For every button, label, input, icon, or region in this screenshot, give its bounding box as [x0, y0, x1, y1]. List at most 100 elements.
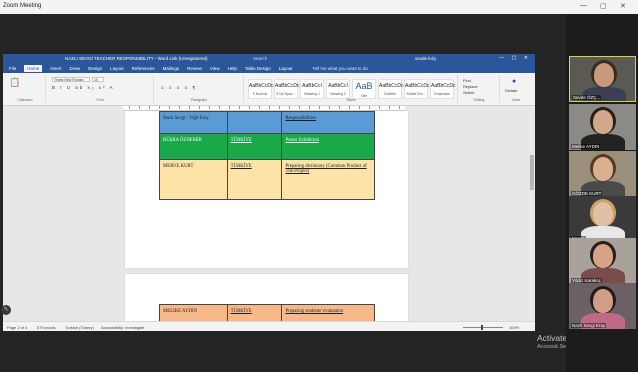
- tab-view[interactable]: View: [210, 66, 220, 71]
- page-count[interactable]: Page 2 of 4: [7, 325, 27, 330]
- maximize-icon[interactable]: ▢: [600, 2, 607, 10]
- ruler-tick: [289, 106, 290, 109]
- document-title: NAZLI SEVGİ TEACHER RESPONSIBILITY - Wor…: [65, 56, 208, 61]
- name-cell[interactable]: MERVE KURT: [159, 159, 228, 200]
- style-title[interactable]: AaB Title: [352, 79, 376, 99]
- editing-list: Find Replace Select: [463, 78, 478, 96]
- participant-face: [594, 63, 614, 87]
- style-normal[interactable]: AaBbCcDc ¶ Normal: [248, 79, 273, 99]
- ruler-tick: [339, 106, 340, 109]
- minimize-icon[interactable]: —: [580, 2, 587, 9]
- ruler-tick: [379, 106, 380, 109]
- paragraph-buttons[interactable]: ≡ ≡ ≡ ≡ ¶: [161, 85, 197, 90]
- style-heading-1[interactable]: AaBbCcI Heading 1: [300, 79, 324, 99]
- annotate-pen-icon[interactable]: ✎: [1, 305, 11, 315]
- country-cell[interactable]: [226, 111, 283, 134]
- style-name: Heading 1: [304, 92, 320, 96]
- participant-video-tile[interactable]: Nazlı Sevgi Eray: [569, 283, 636, 329]
- tab-design[interactable]: Design: [88, 66, 102, 71]
- dictate-button[interactable]: Dictate: [505, 88, 517, 93]
- tab-table-design[interactable]: Table Design: [245, 66, 271, 71]
- user-name[interactable]: sevde kılıç: [415, 56, 436, 61]
- tab-insert[interactable]: Insert: [50, 66, 61, 71]
- tab-help[interactable]: Help: [228, 66, 237, 71]
- ruler-tick: [219, 106, 220, 109]
- participant-face: [593, 244, 613, 268]
- clipboard-group: 📋 Clipboard: [5, 75, 46, 103]
- tab-mailings[interactable]: Mailings: [163, 66, 180, 71]
- tab-home[interactable]: Home: [24, 65, 43, 72]
- page-2: MELİKE AYDIN TÜRKİYE Preparing students' e…: [125, 274, 408, 325]
- name-cell[interactable]: Nazlı Sevgi / Yiğit Eray: [159, 111, 228, 134]
- style-sample: AaBbCcDc: [405, 83, 430, 89]
- font-format-buttons[interactable]: B I U ab x₂ x² A: [52, 85, 115, 90]
- style-name: ¶ No Spac...: [276, 92, 296, 96]
- style-sample: AaBbCcDc: [379, 83, 404, 89]
- font-name-select[interactable]: Times New Roman: [52, 77, 90, 82]
- editing-label: Editing: [473, 98, 485, 102]
- styles-group: AaBbCcDc ¶ Normal AaBbCcDc ¶ No Spac... AaBb…: [245, 75, 458, 103]
- editing-group: Find Replace Select Editing: [459, 75, 500, 103]
- ribbon-tabs: File Home Insert Draw Design Layout References…: [3, 64, 535, 73]
- ruler-tick: [349, 106, 350, 109]
- ruler-tick: [199, 106, 200, 109]
- responsibility-table: Nazlı Sevgi / Yiğit Eray Responsibilities…: [159, 111, 375, 200]
- close-icon[interactable]: ✕: [620, 2, 626, 10]
- participant-video-tile[interactable]: Merve: [569, 196, 636, 242]
- paste-icon[interactable]: 📋: [9, 77, 20, 88]
- accessibility-status[interactable]: Accessibility: Investigate: [101, 325, 144, 330]
- tab-file[interactable]: File: [9, 66, 16, 71]
- task-cell[interactable]: Responsibilities: [281, 111, 375, 134]
- ruler-tick: [399, 106, 400, 109]
- tab-draw[interactable]: Draw: [70, 66, 81, 71]
- participant-video-tile[interactable]: GÖZDE KURT: [569, 151, 636, 197]
- font-size-select[interactable]: 10: [92, 77, 104, 82]
- tab-layout[interactable]: Layout: [110, 66, 124, 71]
- ruler-tick: [299, 106, 300, 109]
- zoom-knob[interactable]: [481, 325, 483, 330]
- participant-face: [593, 110, 613, 134]
- ruler-tick: [179, 106, 180, 109]
- ruler-tick: [259, 106, 260, 109]
- font-label: Font: [96, 98, 104, 102]
- ruler-tick: [209, 106, 210, 109]
- name-cell[interactable]: BÜŞRA ÖZDEMİR: [159, 133, 228, 160]
- microphone-icon[interactable]: ●: [512, 78, 516, 85]
- zoom-slider[interactable]: [463, 325, 503, 330]
- style-subtle-em[interactable]: AaBbCcDc Subtle Em...: [404, 79, 430, 99]
- vertical-scrollbar[interactable]: [529, 111, 535, 321]
- ruler-tick: [159, 106, 160, 109]
- tell-me-search[interactable]: Tell me what you want to do: [312, 66, 368, 71]
- participant-video-tile[interactable]: Melike AYDIN: [569, 104, 636, 150]
- style-no-spac[interactable]: AaBbCcDc ¶ No Spac...: [274, 79, 299, 99]
- document-area[interactable]: Nazlı Sevgi / Yiğit Eray Responsibilities…: [3, 111, 535, 325]
- tab-references[interactable]: References: [132, 66, 155, 71]
- voice-group: ● Dictate Voice: [501, 75, 531, 103]
- select-button[interactable]: Select: [463, 90, 478, 96]
- style-subtitle[interactable]: AaBbCcDc Subtitle: [378, 79, 404, 99]
- ruler-tick: [319, 106, 320, 109]
- ruler-tick: [129, 106, 130, 109]
- participant-name: Melike AYDIN: [571, 144, 601, 149]
- task-cell[interactable]: Poster Exhibition: [281, 133, 375, 160]
- country-cell[interactable]: TÜRKİYE: [226, 133, 283, 160]
- table-row: Nazlı Sevgi / Yiğit Eray Responsibilities: [159, 111, 375, 134]
- participant-video-tile[interactable]: Yıldız Karakoç: [569, 238, 636, 284]
- paragraph-label: Paragraph: [190, 98, 208, 102]
- style-emphasis[interactable]: AaBbCcDc Emphasis: [430, 79, 455, 99]
- task-cell[interactable]: Preparing dictionary (Common Product of …: [281, 159, 375, 200]
- participants-panel: Sevde ÖZÇ... Melike AYDIN GÖZDE KURTMerveY…: [566, 14, 638, 372]
- tab-review[interactable]: Review: [187, 66, 202, 71]
- zoom-level[interactable]: 100%: [509, 325, 519, 330]
- participant-video-tile[interactable]: Sevde ÖZÇ...: [569, 56, 636, 102]
- clipboard-label: Clipboard: [17, 98, 33, 102]
- language-status[interactable]: Turkish (Turkey): [65, 325, 94, 330]
- word-title-bar: NAZLI SEVGİ TEACHER RESPONSIBILITY - Wor…: [3, 54, 535, 64]
- style-heading-2[interactable]: AaBbCcI Heading 2: [326, 79, 350, 99]
- country-cell[interactable]: TÜRKİYE: [226, 159, 283, 200]
- word-count[interactable]: 579 words: [37, 325, 55, 330]
- scrollbar-thumb[interactable]: [530, 155, 534, 190]
- window-controls[interactable]: — ▢ ✕: [499, 55, 531, 61]
- tab-layout[interactable]: Layout: [279, 66, 293, 71]
- search-box[interactable]: Search: [253, 56, 267, 61]
